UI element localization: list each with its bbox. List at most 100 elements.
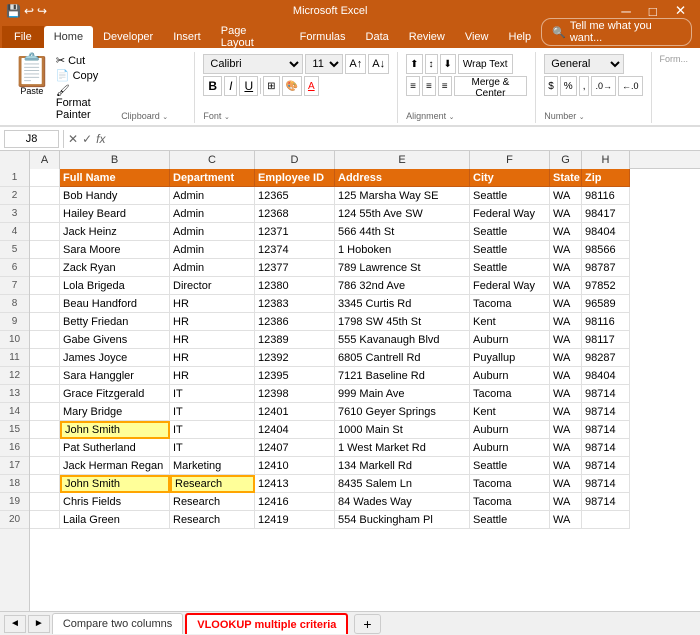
- borders-button[interactable]: ⊞: [263, 76, 279, 96]
- cell-d2[interactable]: 12365: [255, 187, 335, 205]
- cell-g15[interactable]: WA: [550, 421, 582, 439]
- cell-e13[interactable]: 999 Main Ave: [335, 385, 470, 403]
- cell-c11[interactable]: HR: [170, 349, 255, 367]
- col-header-d[interactable]: D: [255, 151, 335, 169]
- save-qa-button[interactable]: 💾: [6, 4, 21, 18]
- cell-f12[interactable]: Auburn: [470, 367, 550, 385]
- cell-f20[interactable]: Seattle: [470, 511, 550, 529]
- cell-h7[interactable]: 97852: [582, 277, 630, 295]
- cell-e6[interactable]: 789 Lawrence St: [335, 259, 470, 277]
- minimize-button[interactable]: ─: [613, 3, 638, 19]
- wrap-text-button[interactable]: Wrap Text: [458, 54, 513, 74]
- underline-button[interactable]: U: [239, 76, 258, 96]
- cell-a1[interactable]: [30, 169, 60, 187]
- cell-f3[interactable]: Federal Way: [470, 205, 550, 223]
- cell-f13[interactable]: Tacoma: [470, 385, 550, 403]
- col-header-b[interactable]: B: [60, 151, 170, 169]
- cell-c3[interactable]: Admin: [170, 205, 255, 223]
- cell-h4[interactable]: 98404: [582, 223, 630, 241]
- cell-b16[interactable]: Pat Sutherland: [60, 439, 170, 457]
- cell-e11[interactable]: 6805 Cantrell Rd: [335, 349, 470, 367]
- cell-f8[interactable]: Tacoma: [470, 295, 550, 313]
- cell-h17[interactable]: 98714: [582, 457, 630, 475]
- table-row[interactable]: Laila Green Research 12419 554 Buckingha…: [30, 511, 630, 529]
- tab-home[interactable]: Home: [44, 26, 93, 48]
- table-row[interactable]: Betty Friedan HR 12386 1798 SW 45th St K…: [30, 313, 630, 331]
- cell-e8[interactable]: 3345 Curtis Rd: [335, 295, 470, 313]
- cell-e3[interactable]: 124 55th Ave SW: [335, 205, 470, 223]
- cell-h10[interactable]: 98117: [582, 331, 630, 349]
- cell-c9[interactable]: HR: [170, 313, 255, 331]
- col-header-a[interactable]: A: [30, 151, 60, 169]
- table-row[interactable]: Zack Ryan Admin 12377 789 Lawrence St Se…: [30, 259, 630, 277]
- bold-button[interactable]: B: [203, 76, 222, 96]
- cell-g4[interactable]: WA: [550, 223, 582, 241]
- cell-f9[interactable]: Kent: [470, 313, 550, 331]
- merge-center-button[interactable]: Merge & Center: [454, 76, 528, 96]
- cell-f15[interactable]: Auburn: [470, 421, 550, 439]
- cell-c2[interactable]: Admin: [170, 187, 255, 205]
- cell-d6[interactable]: 12377: [255, 259, 335, 277]
- cell-d7[interactable]: 12380: [255, 277, 335, 295]
- cell-e9[interactable]: 1798 SW 45th St: [335, 313, 470, 331]
- cell-d18[interactable]: 12413: [255, 475, 335, 493]
- cell-g7[interactable]: WA: [550, 277, 582, 295]
- cell-a2[interactable]: [30, 187, 60, 205]
- insert-function-icon[interactable]: fx: [96, 132, 105, 146]
- cell-e16[interactable]: 1 West Market Rd: [335, 439, 470, 457]
- cell-h16[interactable]: 98714: [582, 439, 630, 457]
- table-row[interactable]: Bob Handy Admin 12365 125 Marsha Way SE …: [30, 187, 630, 205]
- font-size-select[interactable]: 11: [305, 54, 343, 74]
- cell-c5[interactable]: Admin: [170, 241, 255, 259]
- cell-h13[interactable]: 98714: [582, 385, 630, 403]
- cell-g18[interactable]: WA: [550, 475, 582, 493]
- cell-d16[interactable]: 12407: [255, 439, 335, 457]
- col-header-g[interactable]: G: [550, 151, 582, 169]
- cell-b3[interactable]: Hailey Beard: [60, 205, 170, 223]
- cell-b9[interactable]: Betty Friedan: [60, 313, 170, 331]
- increase-font-button[interactable]: A↑: [345, 54, 366, 74]
- table-row[interactable]: Jack Heinz Admin 12371 566 44th St Seatt…: [30, 223, 630, 241]
- cell-c13[interactable]: IT: [170, 385, 255, 403]
- table-row[interactable]: Full Name Department Employee ID Address…: [30, 169, 630, 187]
- cell-g20[interactable]: WA: [550, 511, 582, 529]
- cell-d10[interactable]: 12389: [255, 331, 335, 349]
- align-middle-button[interactable]: ↕: [425, 54, 438, 74]
- cell-d12[interactable]: 12395: [255, 367, 335, 385]
- format-painter-button[interactable]: 🖌 Format Painter: [56, 84, 99, 121]
- cell-h8[interactable]: 96589: [582, 295, 630, 313]
- align-top-button[interactable]: ⬆: [406, 54, 422, 74]
- paste-button[interactable]: 📋: [12, 54, 52, 86]
- cell-h11[interactable]: 98287: [582, 349, 630, 367]
- cell-e20[interactable]: 554 Buckingham Pl: [335, 511, 470, 529]
- formula-input[interactable]: [109, 133, 696, 145]
- align-left-button[interactable]: ≡: [406, 76, 420, 96]
- table-row[interactable]: Pat Sutherland IT 12407 1 West Market Rd…: [30, 439, 630, 457]
- tab-help[interactable]: Help: [499, 26, 542, 48]
- table-row[interactable]: Jack Herman Regan Marketing 12410 134 Ma…: [30, 457, 630, 475]
- cell-g9[interactable]: WA: [550, 313, 582, 331]
- cell-e19[interactable]: 84 Wades Way: [335, 493, 470, 511]
- currency-button[interactable]: $: [544, 76, 558, 96]
- tab-formulas[interactable]: Formulas: [290, 26, 356, 48]
- cell-h18[interactable]: 98714: [582, 475, 630, 493]
- cell-h3[interactable]: 98417: [582, 205, 630, 223]
- align-bottom-button[interactable]: ⬇: [440, 54, 456, 74]
- cell-f16[interactable]: Auburn: [470, 439, 550, 457]
- cell-b10[interactable]: Gabe Givens: [60, 331, 170, 349]
- add-sheet-button[interactable]: +: [354, 614, 380, 634]
- table-row[interactable]: Hailey Beard Admin 12368 124 55th Ave SW…: [30, 205, 630, 223]
- cell-h19[interactable]: 98714: [582, 493, 630, 511]
- cell-d20[interactable]: 12419: [255, 511, 335, 529]
- cell-b7[interactable]: Lola Brigeda: [60, 277, 170, 295]
- tab-view[interactable]: View: [455, 26, 499, 48]
- table-row[interactable]: Grace Fitzgerald IT 12398 999 Main Ave T…: [30, 385, 630, 403]
- cell-c7[interactable]: Director: [170, 277, 255, 295]
- confirm-formula-icon[interactable]: ✓: [82, 132, 92, 146]
- cell-d15[interactable]: 12404: [255, 421, 335, 439]
- align-right-button[interactable]: ≡: [438, 76, 452, 96]
- cell-d1[interactable]: Employee ID: [255, 169, 335, 187]
- cancel-formula-icon[interactable]: ✕: [68, 132, 78, 146]
- cell-g17[interactable]: WA: [550, 457, 582, 475]
- table-row[interactable]: John Smith IT 12404 1000 Main St Auburn …: [30, 421, 630, 439]
